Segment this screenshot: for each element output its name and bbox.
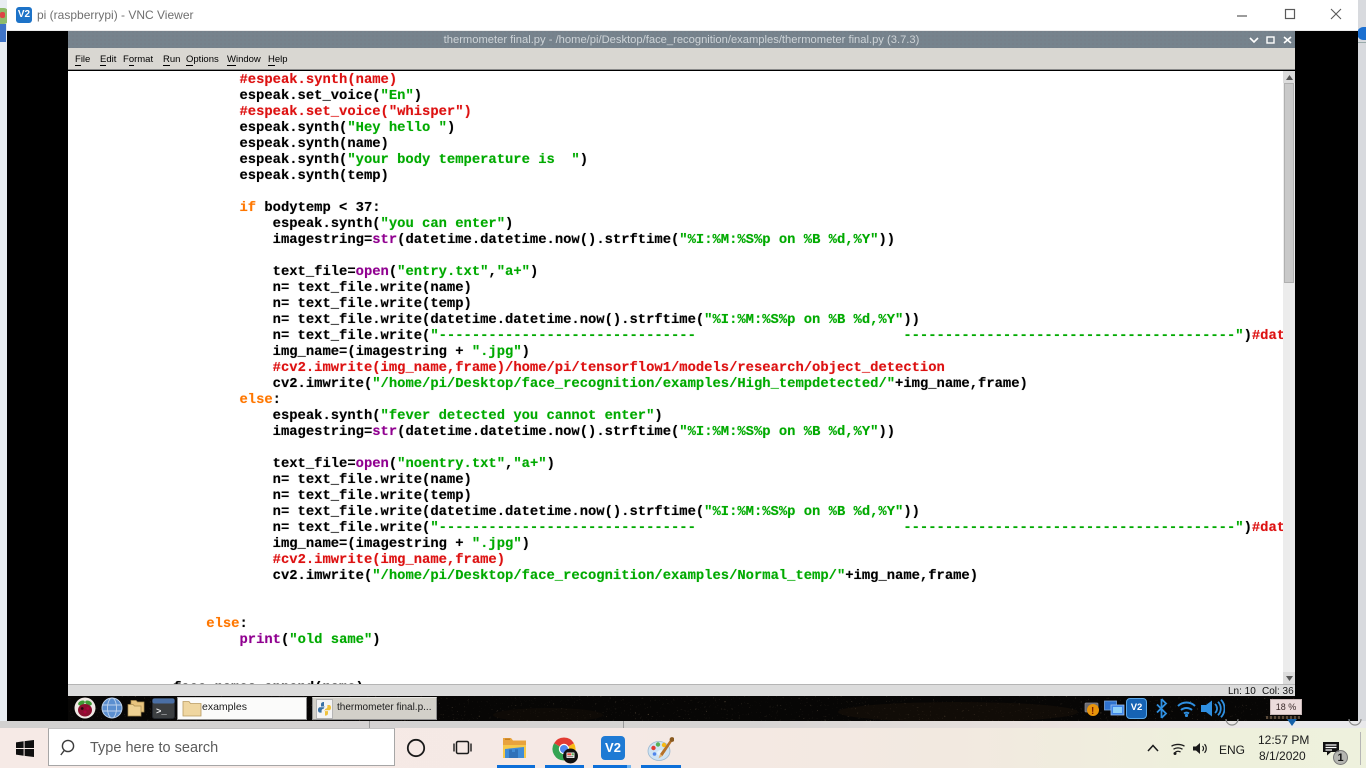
svg-text:>_: >_ <box>156 707 167 717</box>
svg-text:!: ! <box>1091 706 1094 717</box>
